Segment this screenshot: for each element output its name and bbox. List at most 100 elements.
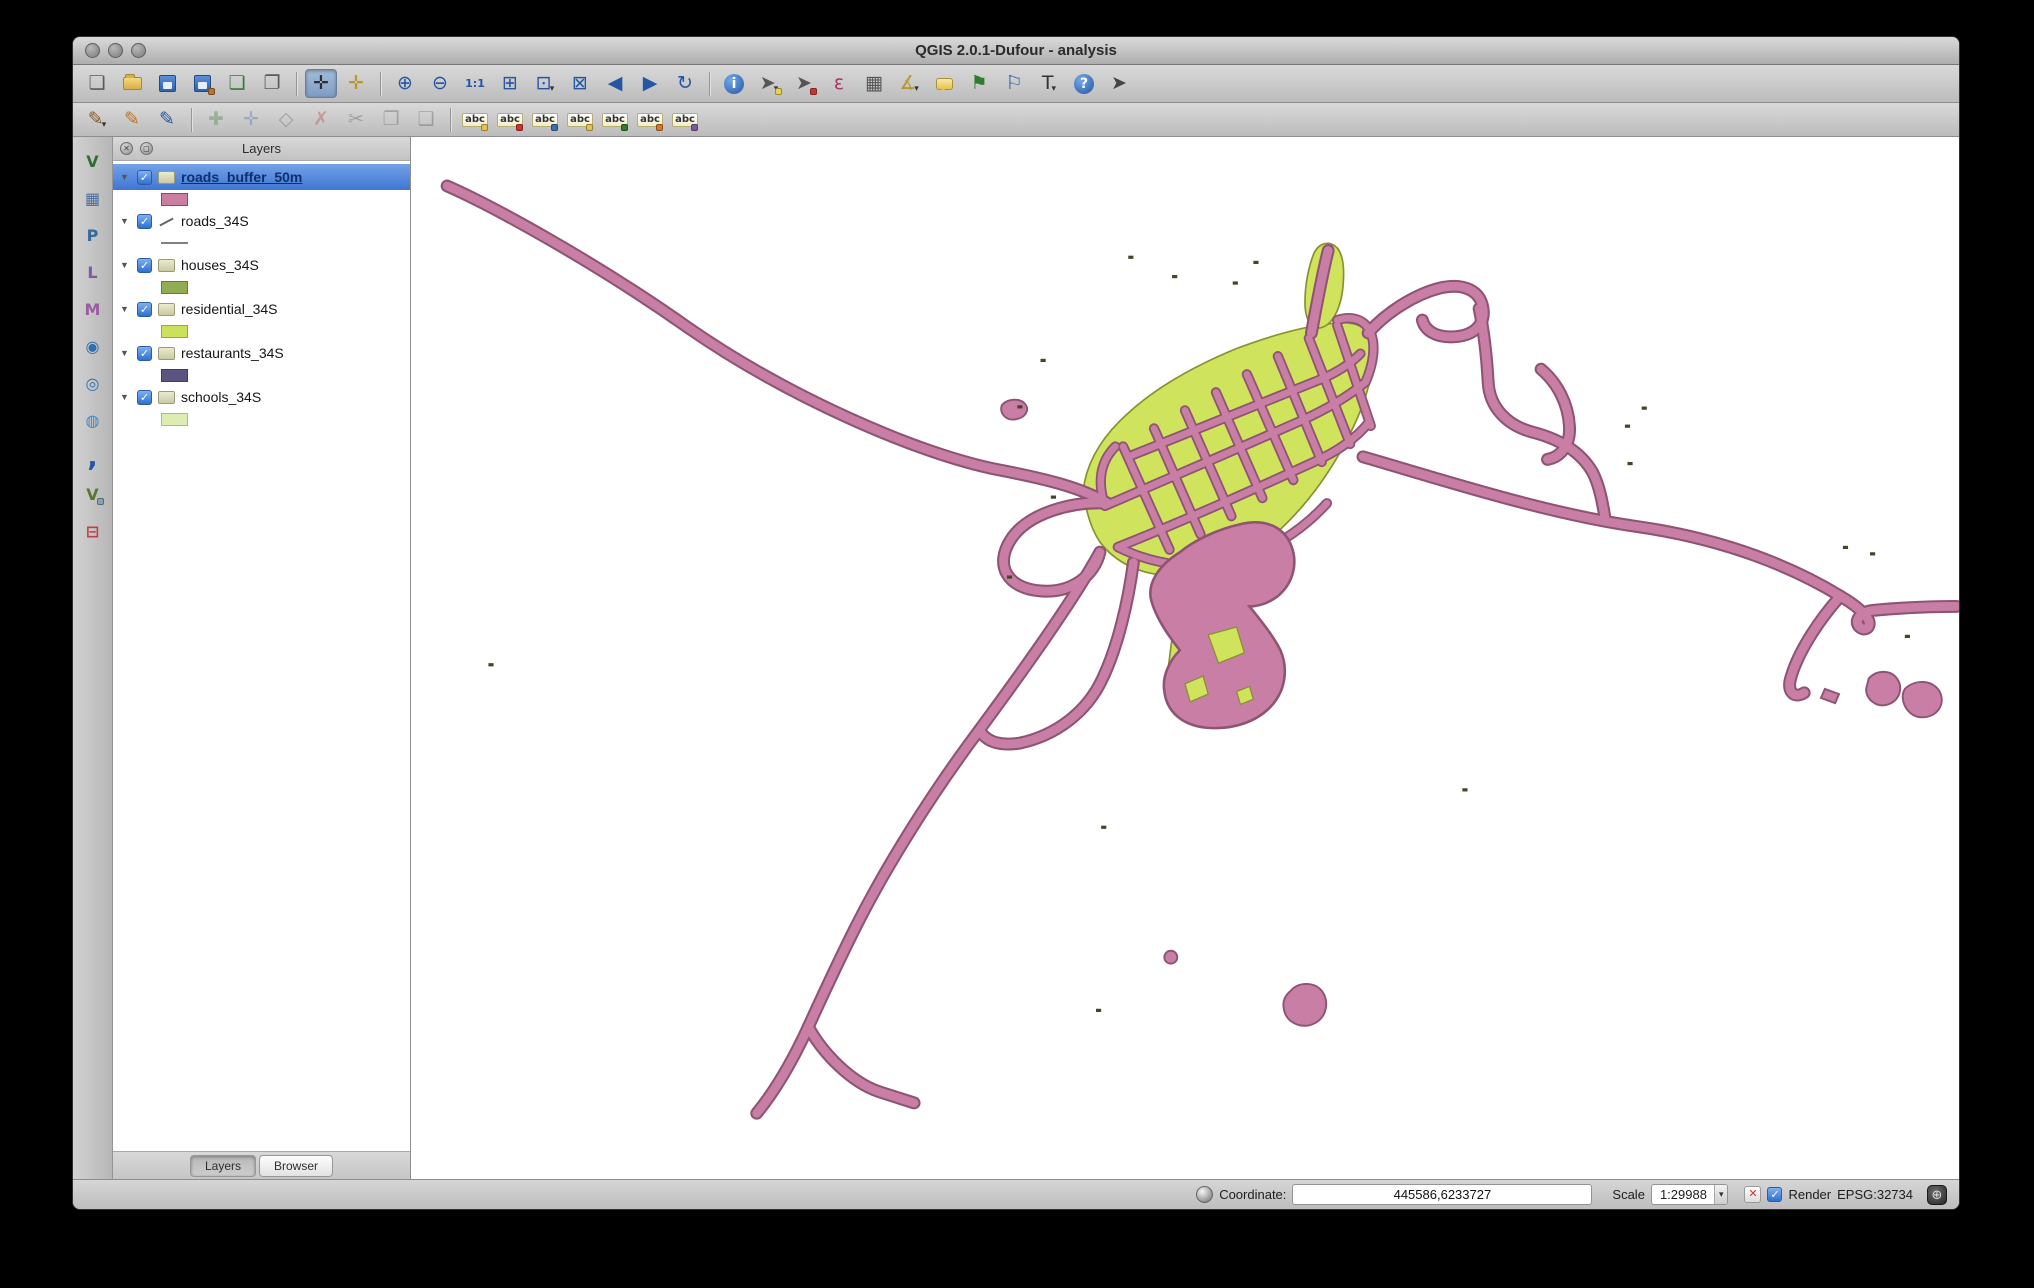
new-print-composer-button[interactable]: ❏ [221, 69, 253, 98]
window-close-button[interactable] [85, 43, 100, 58]
open-project-button[interactable] [116, 69, 148, 98]
render-checkbox[interactable] [1767, 1187, 1783, 1202]
layer-item-roads_34S[interactable]: ▼ ✓ roads_34S [113, 208, 410, 234]
layer-expand-arrow[interactable]: ▼ [120, 304, 131, 314]
add-postgis-layer-button[interactable]: P [79, 223, 107, 249]
layer-symbology-swatch[interactable] [161, 324, 188, 338]
layer-label: residential_34S [181, 301, 278, 317]
identify-features-button[interactable]: i [718, 69, 750, 98]
new-bookmark-button[interactable]: ⚑ [963, 69, 995, 98]
layer-symbology-swatch[interactable] [161, 280, 188, 294]
zoom-in-button[interactable]: ⊕ [389, 69, 421, 98]
open-attribute-table-button[interactable]: ▦ [858, 69, 890, 98]
pan-map-button[interactable]: ✛ [305, 69, 337, 98]
layer-symbology-swatch[interactable] [161, 412, 188, 426]
window-titlebar[interactable]: QGIS 2.0.1-Dufour - analysis [73, 37, 1959, 65]
layer-symbology-swatch[interactable] [161, 192, 188, 206]
zoom-to-selection-button[interactable]: ⊡ ▾ [529, 69, 561, 98]
map-canvas[interactable] [411, 137, 1959, 1179]
tab-layers[interactable]: Layers [189, 1154, 256, 1177]
layer-visibility-checkbox[interactable]: ✓ [137, 345, 152, 361]
change-label-button[interactable]: abc [669, 105, 701, 134]
current-edits-button[interactable]: ✎ ▾ [81, 105, 113, 134]
tab-browser[interactable]: Browser [259, 1154, 334, 1177]
move-label-button[interactable]: abc [599, 105, 631, 134]
labeling-options-button[interactable]: abc [459, 105, 491, 134]
add-wcs-layer-button[interactable]: ◎ [79, 371, 107, 397]
map-refresh-button[interactable]: ↻ [669, 69, 701, 98]
layer-item-schools_34S[interactable]: ▼ ✓ schools_34S [113, 384, 410, 410]
layer-symbology-swatch[interactable] [161, 242, 188, 244]
layer-expand-arrow[interactable]: ▼ [120, 260, 131, 270]
new-project-button[interactable]: ❏ [81, 69, 113, 98]
stop-render-button[interactable]: ✕ [1744, 1186, 1762, 1203]
pan-to-selection-button[interactable]: ✛ [340, 69, 372, 98]
panel-close-button[interactable]: ✕ [120, 142, 133, 155]
add-delimited-text-layer-button[interactable]: , [79, 445, 107, 471]
add-wfs-layer-button[interactable]: ◍ [79, 408, 107, 434]
add-mssql-layer-button[interactable]: M [79, 297, 107, 323]
extents-toggle-button[interactable] [1196, 1186, 1214, 1203]
layer-expand-arrow[interactable]: ▼ [120, 172, 131, 182]
add-spatialite-layer-button[interactable]: L [79, 260, 107, 286]
show-hide-labels-button[interactable]: abc [564, 105, 596, 134]
coordinate-input[interactable] [1292, 1184, 1593, 1205]
add-raster-layer-button[interactable]: ▦ [79, 186, 107, 212]
pin-labels-button[interactable]: abc [494, 105, 526, 134]
zoom-out-button[interactable]: ⊖ [424, 69, 456, 98]
measure-button[interactable]: ∡ ▾ [893, 69, 925, 98]
toggle-editing-button[interactable]: ✎ [116, 105, 148, 134]
scale-combo-arrow-icon[interactable]: ▾ [1713, 1185, 1728, 1204]
layer-expand-arrow[interactable]: ▼ [120, 216, 131, 226]
whats-this-button[interactable]: ➤ [1103, 69, 1135, 98]
layer-visibility-checkbox[interactable]: ✓ [137, 213, 152, 229]
save-layer-edits-button[interactable]: ✎ [151, 105, 183, 134]
paste-features-icon: ❑ [417, 108, 435, 130]
layer-visibility-checkbox[interactable]: ✓ [137, 257, 152, 273]
map-tips-button[interactable] [928, 69, 960, 98]
layer-symbology-swatch[interactable] [161, 368, 188, 382]
measure-dropdown-arrow[interactable]: ▾ [914, 83, 919, 94]
layer-item-residential_34S[interactable]: ▼ ✓ residential_34S [113, 296, 410, 322]
help-contents-button[interactable]: ? [1068, 69, 1100, 98]
text-annotation-dropdown-arrow[interactable]: ▾ [1052, 83, 1057, 94]
rotate-label-button[interactable]: abc [634, 105, 666, 134]
layer-item-roads_buffer_50m[interactable]: ▼ ✓ roads_buffer_50m [113, 164, 410, 190]
save-project-button[interactable] [151, 69, 183, 98]
layer-type-icon [158, 258, 175, 272]
zoom-last-button[interactable]: ◀ [599, 69, 631, 98]
composer-manager-button[interactable]: ❐ [256, 69, 288, 98]
save-project-as-button[interactable] [186, 69, 218, 98]
desktop-background: QGIS 2.0.1-Dufour - analysis ❏ ❏ ❐ ✛ ✛ ⊕ ⊖ 1:1 ⊞… [0, 0, 2034, 1288]
new-shapefile-layer-button[interactable]: V [79, 482, 107, 508]
layer-expand-arrow[interactable]: ▼ [120, 392, 131, 402]
panel-float-button[interactable]: ◻ [140, 142, 153, 155]
text-annotation-button[interactable]: T ▾ [1033, 69, 1065, 98]
remove-layer-button[interactable]: ⊟ [79, 519, 107, 545]
layer-expand-arrow[interactable]: ▼ [120, 348, 131, 358]
zoom-to-selection-dropdown-arrow[interactable]: ▾ [550, 83, 555, 94]
field-calculator-button[interactable]: ε [823, 69, 855, 98]
highlight-pinned-labels-button[interactable]: abc [529, 105, 561, 134]
window-zoom-button[interactable] [131, 43, 146, 58]
zoom-native-button[interactable]: 1:1 [459, 69, 491, 98]
scale-combo[interactable]: 1:29988 ▾ [1650, 1184, 1729, 1205]
deselect-features-button[interactable]: ➤ [788, 69, 820, 98]
layer-item-houses_34S[interactable]: ▼ ✓ houses_34S [113, 252, 410, 278]
add-vector-layer-button[interactable]: V [79, 149, 107, 175]
layer-item-restaurants_34S[interactable]: ▼ ✓ restaurants_34S [113, 340, 410, 366]
zoom-next-button[interactable]: ▶ [634, 69, 666, 98]
crs-status-button[interactable]: ⊕ [1927, 1184, 1947, 1205]
select-features-button[interactable]: ➤▾ [753, 69, 785, 98]
show-bookmarks-button[interactable]: ⚐ [998, 69, 1030, 98]
current-edits-dropdown-arrow[interactable]: ▾ [102, 119, 107, 130]
add-spatialite-layer-icon: L [87, 263, 98, 282]
layer-visibility-checkbox[interactable]: ✓ [137, 301, 152, 317]
window-minimize-button[interactable] [108, 43, 123, 58]
add-wms-layer-button[interactable]: ◉ [79, 334, 107, 360]
layer-visibility-checkbox[interactable]: ✓ [137, 169, 152, 185]
zoom-full-button[interactable]: ⊞ [494, 69, 526, 98]
zoom-to-layer-button[interactable]: ⊠ [564, 69, 596, 98]
layer-swatch-row [113, 278, 410, 296]
layer-visibility-checkbox[interactable]: ✓ [137, 389, 152, 405]
